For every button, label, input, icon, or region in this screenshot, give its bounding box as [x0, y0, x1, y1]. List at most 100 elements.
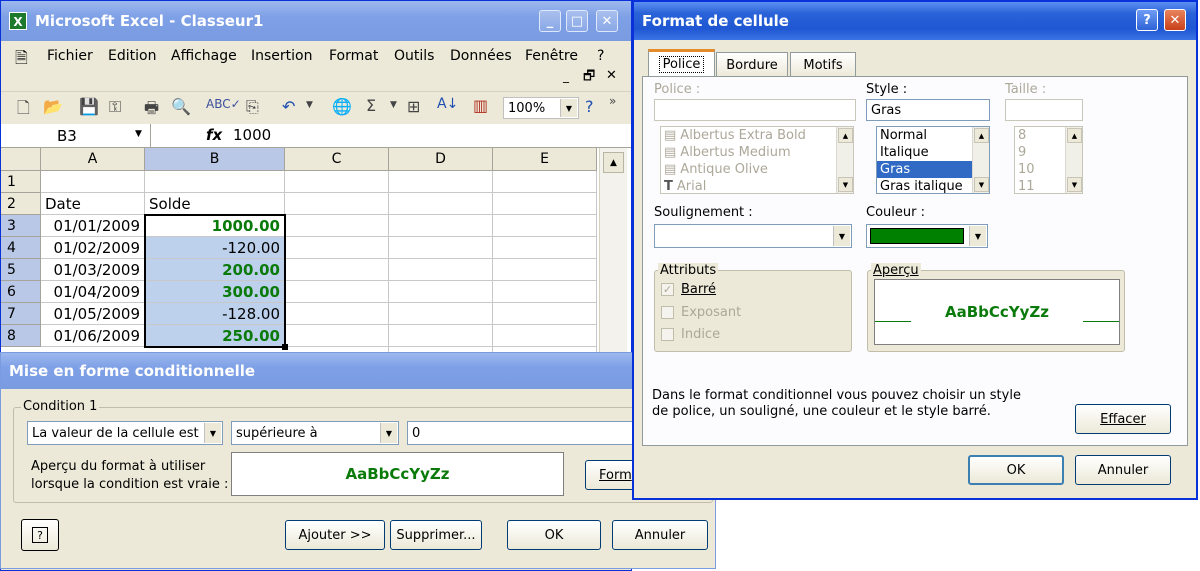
style-input[interactable]: Gras	[866, 99, 990, 121]
tab-motifs[interactable]: Motifs	[790, 52, 856, 77]
couleur-select[interactable]: ▼	[866, 224, 988, 248]
scroll-up-icon[interactable]: ▲	[1067, 128, 1082, 143]
format-button[interactable]: Form	[585, 460, 637, 490]
menu-outils[interactable]: Outils	[394, 48, 434, 64]
taille-scrollbar[interactable]: ▲ ▼	[1065, 127, 1082, 193]
tab-police[interactable]: Police	[648, 49, 715, 77]
menu-format[interactable]: Format	[329, 48, 378, 64]
vertical-scrollbar[interactable]: ▲	[599, 148, 627, 358]
condition-value-input[interactable]: 0	[407, 421, 635, 445]
scroll-up-icon[interactable]: ▲	[603, 152, 624, 173]
menu-fenetre[interactable]: Fenêtre	[525, 48, 578, 64]
cell-a1[interactable]	[41, 171, 145, 193]
menu-donnees[interactable]: Données	[450, 48, 512, 64]
cell-a6[interactable]: 01/04/2009	[41, 281, 145, 303]
scroll-down-icon[interactable]: ▼	[1067, 177, 1082, 192]
cond-help-button[interactable]: ?	[21, 519, 59, 551]
fmt-ok-button[interactable]: OK	[968, 455, 1064, 485]
condition-operator-select[interactable]: supérieure à ▼	[231, 421, 399, 445]
row-header[interactable]: 2	[1, 193, 41, 215]
add-button[interactable]: Ajouter >>	[285, 520, 385, 550]
row-header[interactable]: 5	[1, 259, 41, 281]
style-item-selected[interactable]: Gras	[877, 161, 972, 178]
barre-checkbox[interactable]: ✓	[661, 283, 674, 296]
empty-cells-area[interactable]	[285, 171, 597, 358]
excel-title-bar[interactable]: X Microsoft Excel - Classeur1	[1, 1, 631, 41]
effacer-button[interactable]: Effacer	[1075, 404, 1171, 434]
fx-icon[interactable]: fx	[206, 126, 222, 144]
zoom-select[interactable]: 100% ▼	[503, 97, 579, 119]
print-icon[interactable]: 🖶	[144, 97, 159, 124]
style-list[interactable]: Normal Italique Gras Gras italique ▲ ▼	[876, 126, 990, 194]
chart-wizard-icon[interactable]: ▥	[473, 96, 488, 115]
doc-minimize-icon[interactable]: _	[563, 69, 569, 83]
row-header[interactable]: 7	[1, 303, 41, 325]
soulignement-select[interactable]: ▼	[654, 224, 852, 248]
scroll-up-icon[interactable]: ▲	[838, 128, 853, 143]
fmt-help-button[interactable]: ?	[1136, 9, 1158, 31]
col-header-b[interactable]: B	[145, 148, 285, 171]
cell-a4[interactable]: 01/02/2009	[41, 237, 145, 259]
menu-edition[interactable]: Edition	[108, 48, 156, 64]
close-button[interactable]: ✕	[596, 10, 618, 32]
fmt-close-button[interactable]: ✕	[1164, 9, 1186, 31]
corner-select-all[interactable]	[1, 148, 41, 171]
row-header[interactable]: 6	[1, 281, 41, 303]
style-scrollbar[interactable]: ▲ ▼	[972, 127, 989, 193]
toolbar-options-icon[interactable]: »	[609, 94, 616, 108]
open-icon[interactable]: 📂	[43, 97, 63, 116]
zoom-dropdown-icon[interactable]: ▼	[560, 99, 577, 117]
menu-affichage[interactable]: Affichage	[171, 48, 237, 64]
cond-ok-button[interactable]: OK	[507, 520, 601, 550]
document-icon[interactable]: 🗎	[15, 47, 28, 74]
cell-a5[interactable]: 01/03/2009	[41, 259, 145, 281]
scroll-down-icon[interactable]: ▼	[838, 177, 853, 192]
scroll-up-icon[interactable]: ▲	[974, 128, 989, 143]
formula-content[interactable]: 1000	[233, 126, 271, 144]
taille-list[interactable]: 8 9 10 11 ▲ ▼	[1014, 126, 1083, 194]
police-scrollbar[interactable]: ▲ ▼	[836, 127, 853, 193]
print-preview-icon[interactable]: 🔍	[171, 97, 191, 116]
permission-icon[interactable]: ⚿	[109, 97, 121, 117]
soulignement-dropdown-icon[interactable]: ▼	[833, 226, 850, 246]
maximize-button[interactable]: □	[566, 10, 588, 32]
cell-a2[interactable]: Date	[41, 193, 145, 215]
cond-title-bar[interactable]: Mise en forme conditionnelle	[1, 353, 715, 389]
menu-fichier[interactable]: Fichier	[47, 48, 93, 64]
name-box-dropdown-icon[interactable]: ▼	[135, 129, 142, 139]
new-icon[interactable]: 🗋	[17, 97, 30, 124]
police-input[interactable]	[654, 99, 856, 121]
couleur-dropdown-icon[interactable]: ▼	[969, 226, 986, 246]
fmt-cancel-button[interactable]: Annuler	[1075, 455, 1171, 485]
doc-close-icon[interactable]: ✕	[606, 68, 617, 83]
cell-a3[interactable]: 01/01/2009	[41, 215, 145, 237]
cell-b1[interactable]	[145, 171, 285, 193]
name-box[interactable]: B3	[1, 124, 151, 147]
police-list[interactable]: ▤ Albertus Extra Bold ▤ Albertus Medium ▤ A…	[660, 126, 854, 194]
font-item[interactable]: ▤ Albertus Medium	[661, 144, 853, 161]
exposant-checkbox[interactable]	[661, 306, 674, 319]
menu-help[interactable]: ?	[597, 48, 604, 64]
hyperlink-icon[interactable]: 🌐	[332, 97, 352, 116]
autosum-icon[interactable]: Σ	[366, 96, 376, 115]
function-wizard-icon[interactable]: ⊞	[407, 97, 420, 116]
col-header-d[interactable]: D	[389, 148, 493, 171]
cell-a8[interactable]: 01/06/2009	[41, 325, 145, 347]
col-header-c[interactable]: C	[285, 148, 389, 171]
scroll-down-icon[interactable]: ▼	[974, 177, 989, 192]
copy-icon[interactable]: ⎘	[246, 97, 259, 117]
save-icon[interactable]: 💾	[79, 97, 99, 116]
fill-handle[interactable]	[282, 344, 288, 350]
font-item[interactable]: ▤ Albertus Extra Bold	[661, 127, 853, 144]
row-header[interactable]: 8	[1, 325, 41, 347]
undo-dropdown-icon[interactable]: ▼	[306, 100, 313, 110]
autosum-dropdown-icon[interactable]: ▼	[390, 100, 397, 110]
cond-cancel-button[interactable]: Annuler	[612, 520, 708, 550]
delete-button[interactable]: Supprimer...	[390, 520, 482, 550]
col-header-a[interactable]: A	[41, 148, 145, 171]
font-item[interactable]: ▤ Antique Olive	[661, 161, 853, 178]
spelling-icon[interactable]: ABC✓	[206, 97, 241, 111]
taille-input[interactable]	[1005, 99, 1083, 121]
undo-icon[interactable]: ↶	[282, 97, 295, 116]
row-header[interactable]: 1	[1, 171, 41, 193]
